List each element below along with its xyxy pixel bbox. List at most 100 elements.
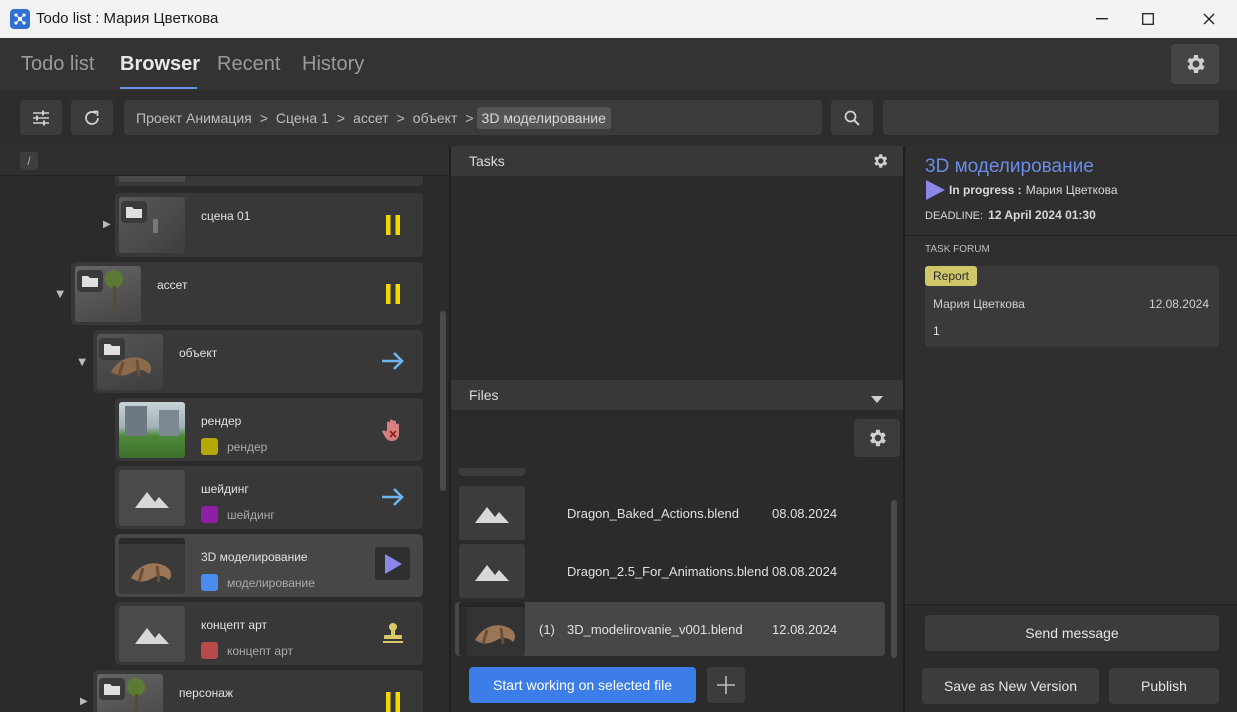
tree-item-character[interactable]: персонаж	[93, 670, 423, 712]
settings-button[interactable]	[1171, 44, 1219, 84]
play-icon	[375, 547, 410, 580]
path-root[interactable]: /	[20, 152, 38, 170]
breadcrumb-current[interactable]: 3D моделирование	[476, 106, 611, 129]
files-header-label: Files	[469, 387, 499, 403]
title-bar: Todo list : Мария Цветкова	[0, 0, 1237, 38]
file-date: 12.08.2024	[772, 622, 838, 637]
forum-label: TASK FORUM	[925, 244, 990, 255]
pause-icon	[377, 686, 409, 712]
tree-item-object[interactable]: объект	[93, 330, 423, 393]
collapse-arrow-icon[interactable]: ▶	[76, 359, 87, 367]
tree-item-concept-art[interactable]: концепт арт концепт арт	[115, 602, 423, 665]
play-icon	[926, 180, 945, 200]
file-date: 08.08.2024	[772, 506, 838, 521]
tree-card-partial[interactable]	[115, 176, 423, 186]
app-logo-icon	[10, 9, 30, 29]
tree-item-label: ассет	[157, 278, 188, 292]
app-window: Todo list : Мария Цветкова Todo list Bro…	[0, 0, 1237, 712]
window-title: Todo list : Мария Цветкова	[36, 10, 219, 27]
tab-recent[interactable]: Recent	[217, 53, 280, 76]
tree-item-scene01[interactable]: сцена 01	[115, 193, 423, 257]
tag-color-swatch	[201, 642, 218, 659]
thumbnail	[119, 402, 185, 458]
task-status: In progress : Мария Цветкова	[925, 180, 1118, 200]
tree-item-label: рендер	[201, 414, 242, 428]
file-name: 3D_modelirovanie_v001.blend	[567, 622, 743, 637]
save-new-version-button[interactable]: Save as New Version	[922, 668, 1099, 704]
gear-icon[interactable]	[871, 152, 889, 173]
browser-tree: / ▶ сцена 01 ▶ ассет ▶ объект рендер рен…	[0, 146, 450, 712]
tab-todo-list[interactable]: Todo list	[21, 53, 94, 76]
status-label: In progress :	[949, 183, 1022, 197]
refresh-icon	[85, 110, 99, 125]
file-name: Dragon_Baked_Actions.blend	[567, 506, 740, 521]
expand-arrow-icon[interactable]: ▶	[103, 219, 111, 230]
browser-toolbar: Проект Анимация > Сцена 1 > ассет > объе…	[0, 90, 1237, 146]
tag-label: шейдинг	[227, 507, 275, 522]
add-file-button[interactable]	[707, 667, 745, 703]
breadcrumb-item[interactable]: ассет	[353, 110, 389, 126]
search-input[interactable]	[883, 100, 1219, 135]
folder-icon	[77, 270, 103, 292]
tree-item-label: шейдинг	[201, 482, 249, 496]
message-date: 12.08.2024	[1148, 297, 1209, 311]
file-row[interactable]: Dragon_Baked_Actions.blend 08.08.2024	[455, 486, 885, 540]
panel-footer: Send message Save as New Version Publish	[906, 604, 1237, 712]
file-row-selected[interactable]: (1) 3D_modelirovanie_v001.blend 12.08.20…	[455, 602, 885, 656]
breadcrumb-item[interactable]: объект	[413, 110, 458, 126]
tab-history[interactable]: History	[302, 53, 364, 76]
folder-icon	[99, 338, 125, 360]
breadcrumb: Проект Анимация > Сцена 1 > ассет > объе…	[124, 100, 822, 135]
collapse-arrow-icon[interactable]: ▶	[54, 291, 65, 299]
pause-icon	[377, 278, 409, 310]
deadline: DEADLINE: 12 April 2024 01:30	[925, 208, 1096, 222]
file-name: Dragon_2.5_For_Animations.blend	[567, 564, 769, 579]
files-settings-button[interactable]	[854, 419, 900, 457]
gear-icon	[1187, 55, 1205, 73]
tag-label: рендер	[227, 439, 268, 454]
tree-item-render[interactable]: рендер рендер	[115, 398, 423, 461]
tab-browser[interactable]: Browser	[120, 53, 200, 76]
send-message-button[interactable]: Send message	[925, 615, 1219, 651]
tasks-header: Tasks	[451, 146, 903, 176]
active-tab-indicator	[120, 87, 197, 89]
arrow-right-icon	[377, 481, 409, 513]
image-placeholder-icon	[459, 486, 525, 540]
tree-item-label: персонаж	[179, 686, 233, 700]
file-version: (1)	[539, 622, 555, 637]
file-row[interactable]: Dragon_2.5_For_Animations.blend 08.08.20…	[455, 544, 885, 598]
deadline-label: DEADLINE:	[925, 210, 984, 222]
close-button[interactable]	[1186, 0, 1232, 38]
filter-button[interactable]	[20, 100, 62, 135]
plus-icon	[717, 676, 735, 694]
tree-item-label: сцена 01	[201, 209, 251, 223]
refresh-button[interactable]	[71, 100, 113, 135]
tree-item-asset[interactable]: ассет	[71, 262, 423, 325]
publish-button[interactable]: Publish	[1109, 668, 1219, 704]
expand-arrow-icon[interactable]: ▶	[80, 696, 88, 707]
tree-item-shading[interactable]: шейдинг шейдинг	[115, 466, 423, 529]
breadcrumb-item[interactable]: Проект Анимация	[136, 110, 252, 126]
file-date: 08.08.2024	[772, 564, 838, 579]
files-scrollbar[interactable]	[891, 500, 897, 658]
tree-item-label: объект	[179, 346, 218, 360]
panel-divider[interactable]	[903, 146, 905, 712]
breadcrumb-separator: >	[465, 109, 474, 126]
tree-item-3d-modeling[interactable]: 3D моделирование моделирование	[115, 534, 423, 597]
breadcrumb-separator: >	[259, 109, 268, 126]
maximize-button[interactable]	[1125, 0, 1171, 38]
file-thumbnail	[459, 602, 525, 656]
image-placeholder-icon	[119, 606, 185, 662]
task-title: 3D моделирование	[925, 156, 1094, 177]
chevron-down-icon[interactable]	[871, 391, 883, 407]
minimize-button[interactable]	[1079, 0, 1125, 38]
message-body: 1	[933, 324, 940, 338]
task-type-tag: моделирование	[201, 574, 315, 591]
search-button[interactable]	[831, 100, 873, 135]
task-type-tag: шейдинг	[201, 506, 275, 523]
tag-color-swatch	[201, 506, 218, 523]
start-working-button[interactable]: Start working on selected file	[469, 667, 696, 703]
forum-message[interactable]: Report Мария Цветкова 12.08.2024 1	[925, 266, 1219, 347]
tree-scrollbar[interactable]	[440, 311, 446, 491]
breadcrumb-item[interactable]: Сцена 1	[276, 110, 329, 126]
